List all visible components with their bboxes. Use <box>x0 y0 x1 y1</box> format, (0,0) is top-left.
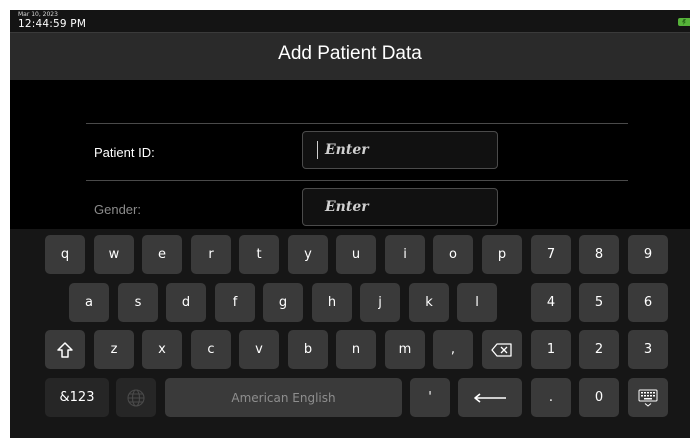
header-bar: Add Patient Data <box>10 32 690 80</box>
key-w[interactable]: w <box>94 235 134 274</box>
space-bar[interactable]: American English <box>165 378 402 417</box>
key-6[interactable]: 6 <box>628 283 668 322</box>
patient-id-placeholder: Enter <box>325 142 369 158</box>
key-q[interactable]: q <box>45 235 85 274</box>
key-f[interactable]: f <box>215 283 255 322</box>
language-key[interactable] <box>116 378 156 417</box>
key-h[interactable]: h <box>312 283 352 322</box>
key-x[interactable]: x <box>142 330 182 369</box>
patient-id-input[interactable]: Enter <box>302 131 498 169</box>
key-4[interactable]: 4 <box>531 283 571 322</box>
device-screen: Mar 10, 2023 12:44:59 PM Add Patient Dat… <box>10 10 690 438</box>
key-s[interactable]: s <box>118 283 158 322</box>
key-k[interactable]: k <box>409 283 449 322</box>
on-screen-keyboard: q w e r t y u i o p 7 8 9 a s d f g h j … <box>10 229 690 438</box>
page-title: Add Patient Data <box>278 43 422 64</box>
battery-charging-icon <box>678 18 690 26</box>
status-bar: Mar 10, 2023 12:44:59 PM <box>10 10 690 32</box>
key-a[interactable]: a <box>69 283 109 322</box>
backspace-key[interactable] <box>482 330 522 369</box>
hide-keyboard-key[interactable] <box>628 378 668 417</box>
form-divider <box>86 180 628 181</box>
key-comma[interactable]: , <box>433 330 473 369</box>
text-cursor <box>317 141 318 159</box>
key-1[interactable]: 1 <box>531 330 571 369</box>
status-time: 12:44:59 PM <box>18 18 87 30</box>
key-l[interactable]: l <box>457 283 497 322</box>
key-2[interactable]: 2 <box>579 330 619 369</box>
key-8[interactable]: 8 <box>579 235 619 274</box>
gender-placeholder: Enter <box>325 199 369 215</box>
key-e[interactable]: e <box>142 235 182 274</box>
enter-key[interactable] <box>458 378 522 417</box>
key-9[interactable]: 9 <box>628 235 668 274</box>
shift-icon <box>57 341 73 358</box>
form-divider <box>86 123 628 124</box>
key-m[interactable]: m <box>385 330 425 369</box>
backspace-icon <box>491 342 512 357</box>
gender-label: Gender: <box>94 202 141 217</box>
shift-key[interactable] <box>45 330 85 369</box>
patient-id-label: Patient ID: <box>94 145 155 160</box>
symbols-key[interactable]: &123 <box>45 378 109 417</box>
key-b[interactable]: b <box>288 330 328 369</box>
enter-icon <box>474 392 506 403</box>
key-y[interactable]: y <box>288 235 328 274</box>
keyboard-hide-icon <box>638 389 658 407</box>
key-t[interactable]: t <box>239 235 279 274</box>
key-j[interactable]: j <box>360 283 400 322</box>
key-i[interactable]: i <box>385 235 425 274</box>
key-5[interactable]: 5 <box>579 283 619 322</box>
key-d[interactable]: d <box>166 283 206 322</box>
key-z[interactable]: z <box>94 330 134 369</box>
key-7[interactable]: 7 <box>531 235 571 274</box>
key-g[interactable]: g <box>263 283 303 322</box>
gender-input[interactable]: Enter <box>302 188 498 226</box>
key-r[interactable]: r <box>191 235 231 274</box>
key-0[interactable]: 0 <box>579 378 619 417</box>
globe-icon <box>127 388 145 407</box>
key-u[interactable]: u <box>336 235 376 274</box>
status-date: Mar 10, 2023 <box>18 11 58 18</box>
key-o[interactable]: o <box>433 235 473 274</box>
key-p[interactable]: p <box>482 235 522 274</box>
key-v[interactable]: v <box>239 330 279 369</box>
key-c[interactable]: c <box>191 330 231 369</box>
key-n[interactable]: n <box>336 330 376 369</box>
key-period[interactable]: . <box>531 378 571 417</box>
key-apostrophe[interactable]: ' <box>410 378 450 417</box>
key-3[interactable]: 3 <box>628 330 668 369</box>
